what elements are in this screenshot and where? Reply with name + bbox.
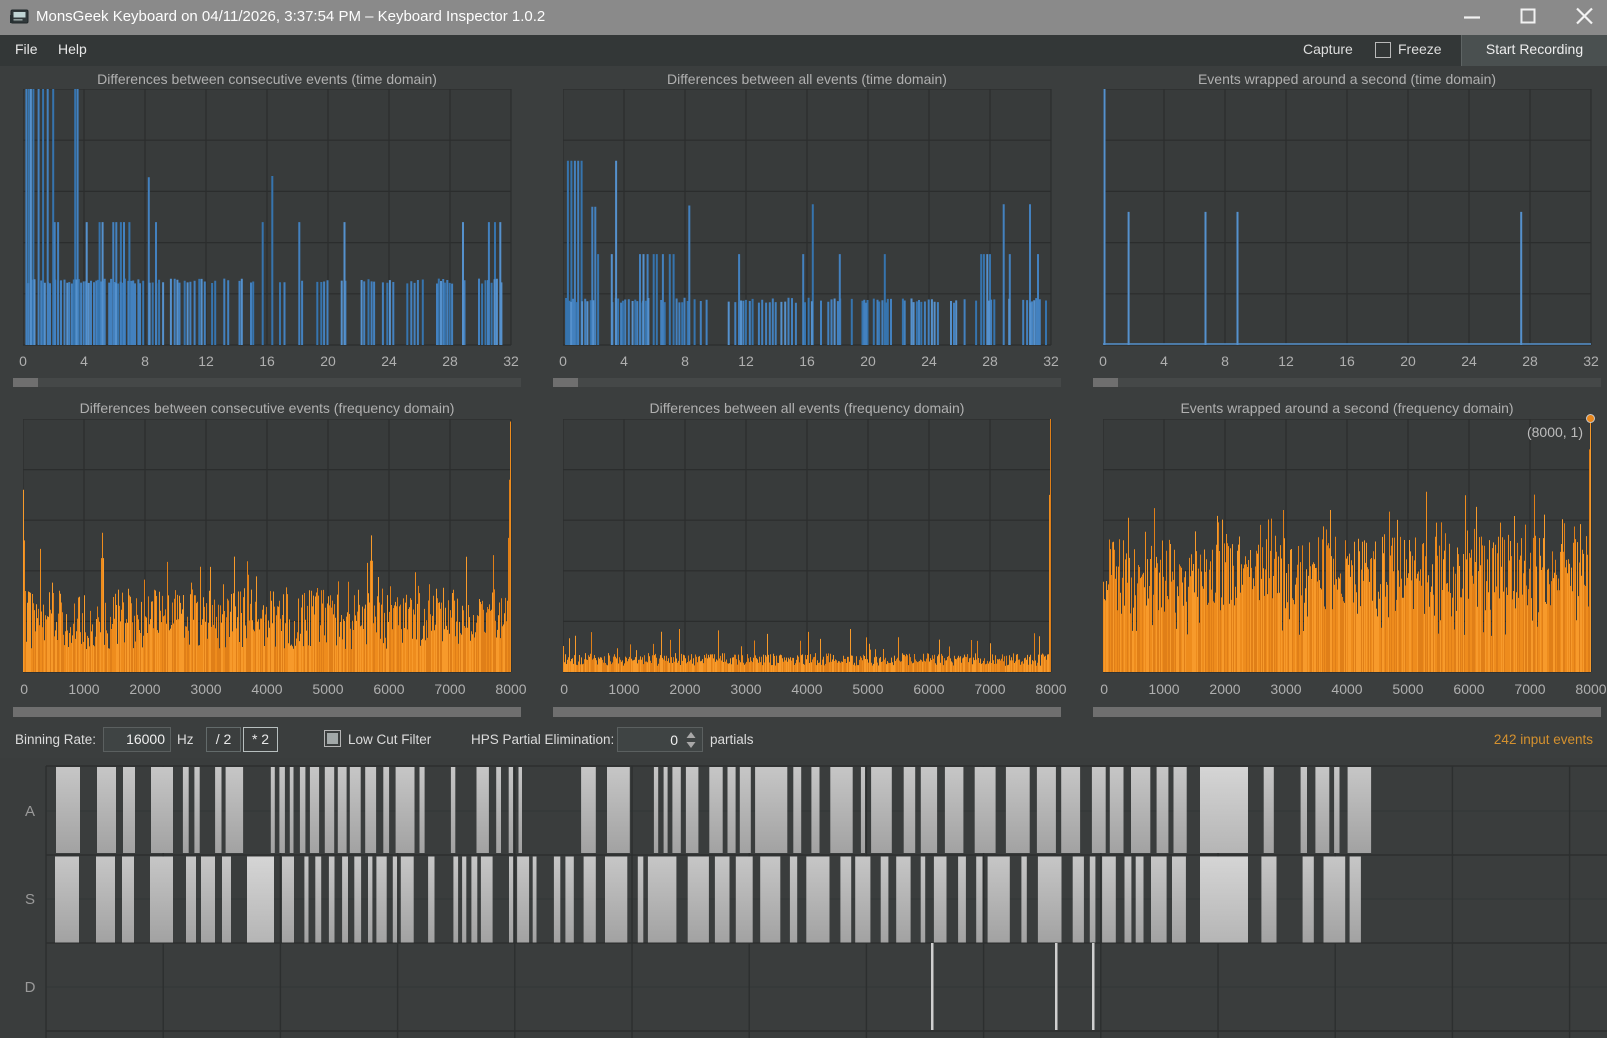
svg-text:S: S	[25, 891, 35, 908]
svg-text:A: A	[25, 803, 35, 820]
svg-text:D: D	[25, 979, 36, 996]
